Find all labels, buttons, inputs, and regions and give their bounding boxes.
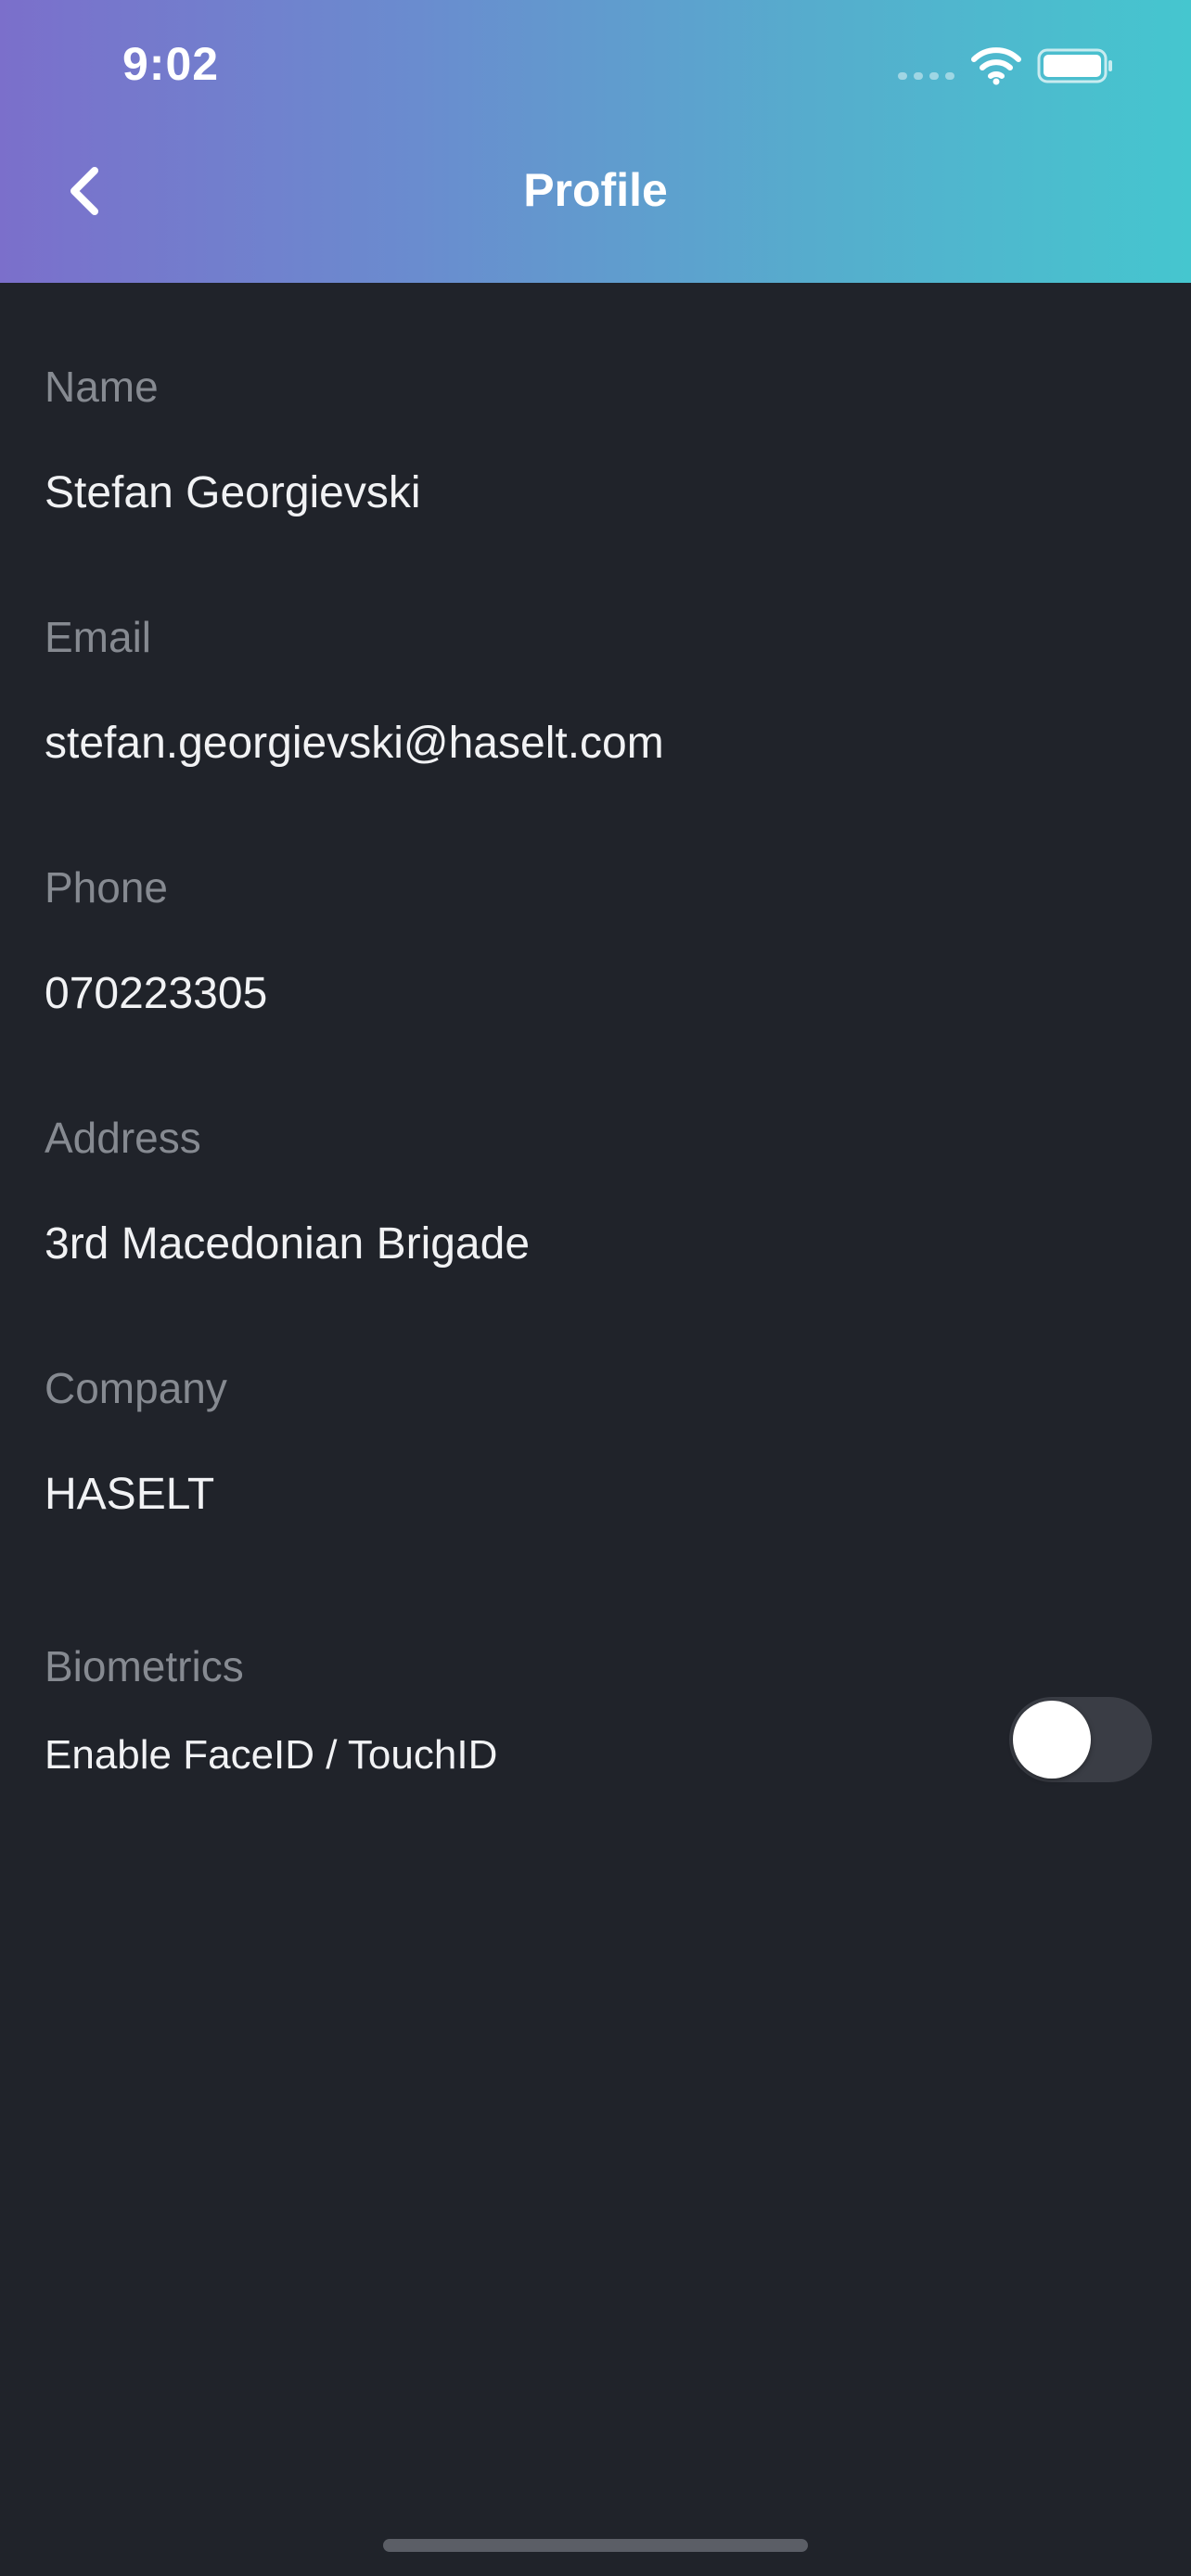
email-value: stefan.georgievski@haselt.com <box>45 719 664 768</box>
wifi-icon <box>971 47 1021 85</box>
toggle-knob <box>1013 1701 1091 1779</box>
company-value: HASELT <box>45 1470 215 1519</box>
phone-label: Phone <box>45 863 169 912</box>
cellular-dots-icon <box>898 72 955 80</box>
status-time: 9:02 <box>122 38 220 90</box>
name-value: Stefan Georgievski <box>45 468 421 517</box>
page-title: Profile <box>523 164 668 216</box>
biometrics-label: Biometrics <box>45 1642 244 1690</box>
header-bar: 9:02 Profile <box>0 0 1191 283</box>
battery-icon <box>1037 48 1112 83</box>
email-label: Email <box>45 613 152 661</box>
phone-value: 070223305 <box>45 969 268 1018</box>
company-label: Company <box>45 1364 227 1412</box>
address-label: Address <box>45 1114 201 1162</box>
name-label: Name <box>45 363 159 411</box>
profile-screen: 9:02 Profile Name Stefan Georgievski Ema <box>0 0 1191 2576</box>
address-value: 3rd Macedonian Brigade <box>45 1219 531 1269</box>
biometrics-option-label: Enable FaceID / TouchID <box>45 1732 498 1778</box>
home-indicator[interactable] <box>383 2539 808 2552</box>
biometrics-toggle[interactable] <box>1009 1697 1152 1782</box>
